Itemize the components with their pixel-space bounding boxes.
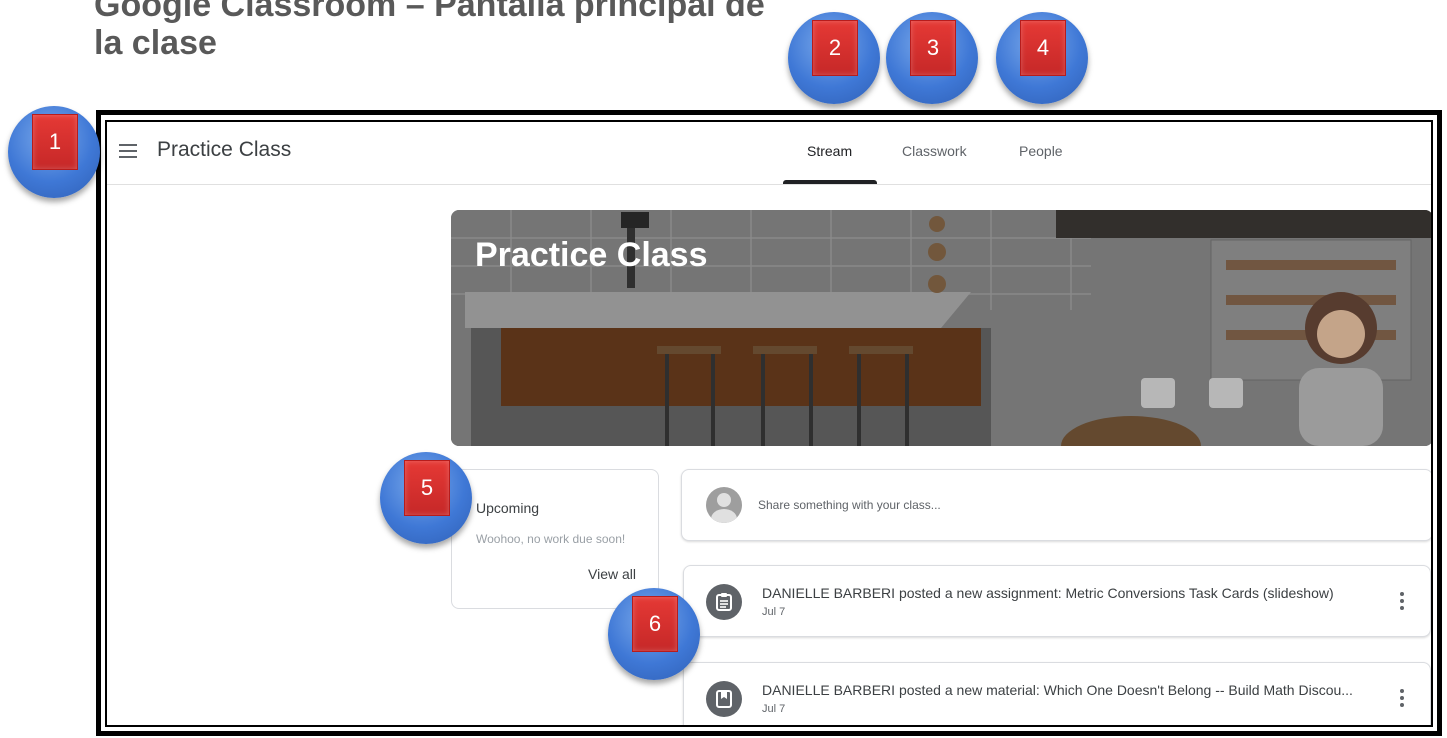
upcoming-title: Upcoming — [476, 500, 540, 516]
class-banner: Practice Class — [451, 210, 1431, 446]
stream-post[interactable]: DANIELLE BARBERI posted a new material: … — [683, 662, 1431, 725]
screenshot-frame: Practice Class Stream Classwork People P… — [96, 110, 1442, 736]
callout-marker: 4 — [996, 12, 1088, 104]
callout-label: 5 — [404, 460, 450, 516]
post-date: Jul 7 — [762, 703, 786, 715]
callout-marker: 1 — [8, 106, 100, 198]
share-box[interactable]: Share something with your class... — [681, 469, 1431, 541]
material-icon — [706, 681, 742, 717]
more-options-icon[interactable] — [1400, 689, 1404, 710]
active-tab-indicator — [783, 180, 877, 184]
callout-marker: 6 — [608, 588, 700, 680]
post-text: DANIELLE BARBERI posted a new material: … — [762, 682, 1353, 698]
assignment-icon — [706, 584, 742, 620]
slide-title: Google Classroom – Pantalla principal de… — [94, 0, 765, 62]
post-text: DANIELLE BARBERI posted a new assignment… — [762, 585, 1334, 601]
share-placeholder: Share something with your class... — [758, 498, 941, 512]
upcoming-card: Upcoming Woohoo, no work due soon! View … — [451, 469, 659, 609]
tab-stream[interactable]: Stream — [807, 143, 852, 159]
post-date: Jul 7 — [762, 606, 786, 618]
classroom-window: Practice Class Stream Classwork People P… — [105, 120, 1433, 727]
upcoming-empty-text: Woohoo, no work due soon! — [476, 532, 626, 546]
tab-classwork[interactable]: Classwork — [902, 143, 967, 159]
callout-label: 1 — [32, 114, 78, 170]
callout-label: 3 — [910, 20, 956, 76]
callout-label: 4 — [1020, 20, 1066, 76]
callout-marker: 3 — [886, 12, 978, 104]
callout-label: 6 — [632, 596, 678, 652]
user-avatar-icon — [706, 487, 742, 523]
stream-post[interactable]: DANIELLE BARBERI posted a new assignment… — [683, 565, 1431, 637]
hamburger-menu-icon[interactable] — [119, 144, 137, 158]
more-options-icon[interactable] — [1400, 592, 1404, 613]
banner-title: Practice Class — [475, 236, 708, 274]
callout-marker: 5 — [380, 452, 472, 544]
class-name[interactable]: Practice Class — [157, 138, 291, 162]
callout-label: 2 — [812, 20, 858, 76]
callout-marker: 2 — [788, 12, 880, 104]
view-all-link[interactable]: View all — [588, 566, 636, 582]
top-app-bar: Practice Class Stream Classwork People — [107, 122, 1431, 185]
tab-people[interactable]: People — [1019, 143, 1063, 159]
